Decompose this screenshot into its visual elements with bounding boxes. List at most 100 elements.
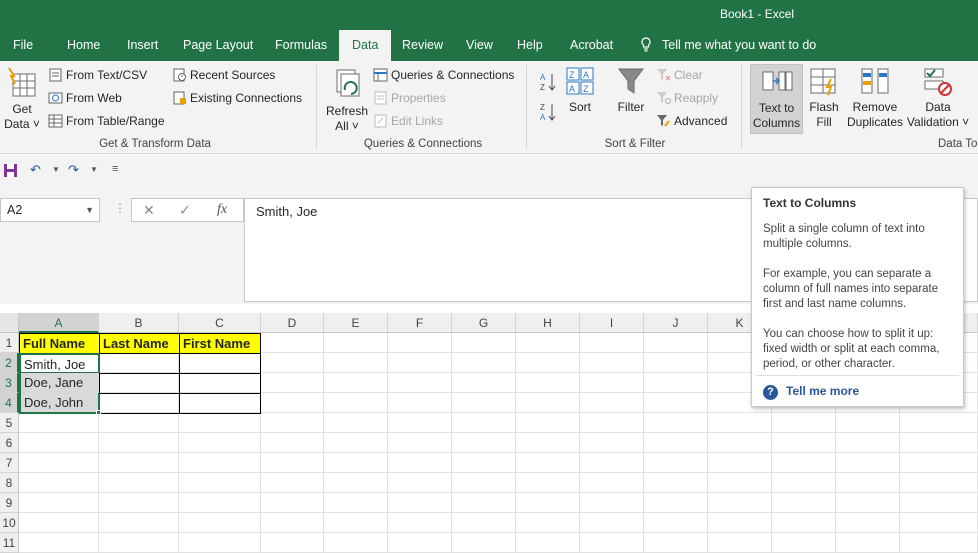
grid-cell[interactable] bbox=[516, 373, 580, 393]
column-header[interactable]: D bbox=[261, 313, 324, 333]
row-header[interactable]: 9 bbox=[0, 493, 19, 513]
reapply-button[interactable]: Reapply bbox=[656, 91, 718, 105]
grid-cell[interactable] bbox=[836, 433, 900, 453]
grid-cell[interactable] bbox=[644, 473, 708, 493]
undo-icon[interactable]: ↶ bbox=[30, 162, 41, 178]
grid-cell[interactable] bbox=[708, 533, 772, 553]
grid-cell[interactable] bbox=[516, 393, 580, 413]
grid-cell[interactable] bbox=[580, 353, 644, 373]
grid-cell[interactable] bbox=[580, 333, 644, 353]
grid-cell[interactable] bbox=[324, 533, 388, 553]
grid-cell[interactable] bbox=[708, 433, 772, 453]
grid-cell[interactable] bbox=[452, 413, 516, 433]
undo-dropdown-icon[interactable]: ▼ bbox=[52, 165, 60, 174]
grid-cell[interactable] bbox=[452, 333, 516, 353]
grid-cell[interactable] bbox=[516, 433, 580, 453]
grid-cell[interactable] bbox=[261, 353, 324, 373]
clear-filter-button[interactable]: Clear bbox=[656, 68, 703, 82]
from-web-button[interactable]: From Web bbox=[48, 91, 122, 105]
tab-formulas[interactable]: Formulas bbox=[262, 30, 340, 61]
grid-cell[interactable] bbox=[261, 373, 324, 393]
tab-review[interactable]: Review bbox=[389, 30, 456, 61]
sort-za-icon[interactable]: Z A bbox=[538, 101, 558, 123]
column-header[interactable]: A bbox=[19, 313, 99, 333]
grid-cell[interactable] bbox=[324, 373, 388, 393]
grid-cell[interactable] bbox=[772, 473, 836, 493]
table-cell[interactable] bbox=[99, 373, 180, 394]
grid-cell[interactable] bbox=[452, 513, 516, 533]
grid-cell[interactable] bbox=[388, 413, 452, 433]
tab-home[interactable]: Home bbox=[54, 30, 113, 61]
grid-cell[interactable] bbox=[516, 513, 580, 533]
grid-cell[interactable] bbox=[772, 453, 836, 473]
grid-cell[interactable] bbox=[179, 493, 261, 513]
grid-cell[interactable] bbox=[179, 453, 261, 473]
grid-cell[interactable] bbox=[261, 333, 324, 353]
from-table-range-button[interactable]: From Table/Range bbox=[48, 114, 165, 128]
row-header[interactable]: 1 bbox=[0, 333, 19, 353]
grid-cell[interactable] bbox=[179, 473, 261, 493]
tab-page-layout[interactable]: Page Layout bbox=[170, 30, 266, 61]
grid-cell[interactable] bbox=[261, 393, 324, 413]
grid-cell[interactable] bbox=[261, 433, 324, 453]
grid-cell[interactable] bbox=[900, 493, 978, 513]
grid-cell[interactable] bbox=[644, 373, 708, 393]
customize-toolbar-icon[interactable]: ≡ bbox=[112, 163, 118, 175]
grid-cell[interactable] bbox=[99, 513, 179, 533]
grid-cell[interactable] bbox=[644, 493, 708, 513]
grid-cell[interactable] bbox=[580, 493, 644, 513]
grid-cell[interactable] bbox=[452, 353, 516, 373]
grid-cell[interactable] bbox=[388, 353, 452, 373]
row-header[interactable]: 8 bbox=[0, 473, 19, 493]
grid-cell[interactable] bbox=[179, 513, 261, 533]
table-cell[interactable] bbox=[179, 373, 261, 394]
grid-cell[interactable] bbox=[900, 473, 978, 493]
tab-data[interactable]: Data bbox=[339, 30, 392, 61]
grid-cell[interactable] bbox=[772, 533, 836, 553]
grid-cell[interactable] bbox=[324, 393, 388, 413]
table-cell[interactable] bbox=[179, 393, 261, 414]
grid-cell[interactable] bbox=[708, 413, 772, 433]
grid-cell[interactable] bbox=[324, 413, 388, 433]
grid-cell[interactable] bbox=[179, 433, 261, 453]
grid-cell[interactable] bbox=[19, 493, 99, 513]
grid-cell[interactable] bbox=[388, 453, 452, 473]
grid-cell[interactable] bbox=[388, 333, 452, 353]
refresh-all-button[interactable]: Refresh All ˅ bbox=[324, 66, 370, 134]
grid-cell[interactable] bbox=[261, 493, 324, 513]
grid-cell[interactable] bbox=[179, 413, 261, 433]
grid-cell[interactable] bbox=[99, 453, 179, 473]
grid-cell[interactable] bbox=[580, 533, 644, 553]
save-icon[interactable] bbox=[3, 163, 18, 181]
cancel-icon[interactable]: ✕ bbox=[143, 202, 155, 219]
grid-cell[interactable] bbox=[516, 493, 580, 513]
row-header[interactable]: 6 bbox=[0, 433, 19, 453]
data-validation-button[interactable]: Data Validation ˅ bbox=[905, 67, 971, 130]
grid-cell[interactable] bbox=[644, 393, 708, 413]
grid-cell[interactable] bbox=[324, 333, 388, 353]
row-header[interactable]: 10 bbox=[0, 513, 19, 533]
from-text-csv-button[interactable]: From Text/CSV bbox=[48, 68, 147, 82]
table-cell[interactable]: Doe, John bbox=[19, 393, 100, 414]
table-cell[interactable]: Doe, Jane bbox=[19, 373, 100, 394]
grid-cell[interactable] bbox=[580, 473, 644, 493]
grid-cell[interactable] bbox=[516, 453, 580, 473]
grid-cell[interactable] bbox=[261, 513, 324, 533]
grid-cell[interactable] bbox=[580, 433, 644, 453]
grid-cell[interactable] bbox=[261, 533, 324, 553]
grid-cell[interactable] bbox=[708, 513, 772, 533]
sort-button[interactable]: Z A A Z Sort bbox=[563, 66, 597, 115]
tab-file[interactable]: File bbox=[0, 30, 46, 61]
column-header[interactable]: I bbox=[580, 313, 644, 333]
table-header-cell[interactable]: First Name bbox=[179, 333, 261, 354]
column-header[interactable]: C bbox=[179, 313, 261, 333]
grid-cell[interactable] bbox=[516, 533, 580, 553]
grid-cell[interactable] bbox=[388, 433, 452, 453]
row-header[interactable]: 2 bbox=[0, 353, 19, 373]
grid-cell[interactable] bbox=[452, 453, 516, 473]
grid-cell[interactable] bbox=[19, 473, 99, 493]
grid-cell[interactable] bbox=[900, 533, 978, 553]
grid-cell[interactable] bbox=[324, 513, 388, 533]
flash-fill-button[interactable]: Flash Fill bbox=[806, 67, 842, 130]
tell-me-more-link[interactable]: ? Tell me more bbox=[763, 384, 859, 400]
